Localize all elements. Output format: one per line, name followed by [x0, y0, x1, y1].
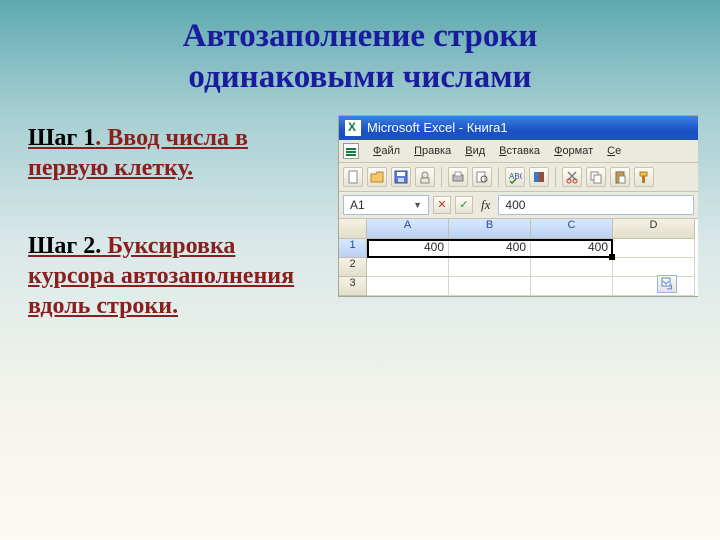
- open-button[interactable]: [367, 167, 387, 187]
- cell-c2[interactable]: [531, 258, 613, 277]
- window-titlebar: Microsoft Excel - Книга1: [339, 116, 698, 140]
- menu-tools-cut[interactable]: Се: [607, 145, 621, 157]
- step-1-label: Шаг 1: [28, 125, 95, 151]
- toolbar-separator-1: [441, 167, 442, 187]
- step-1: Шаг 1. Ввод числа в первую клетку.: [28, 123, 328, 183]
- title-line-1: Автозаполнение строки: [183, 18, 538, 54]
- title-line-2: одинаковыми числами: [188, 59, 531, 95]
- excel-window: Microsoft Excel - Книга1 Файл Правка Вид…: [338, 115, 698, 297]
- menu-bar: Файл Правка Вид Вставка Формат Се: [339, 140, 698, 163]
- print-preview-button[interactable]: [472, 167, 492, 187]
- select-all-corner[interactable]: [339, 219, 367, 239]
- new-button[interactable]: [343, 167, 363, 187]
- row-3: [367, 277, 698, 296]
- row-1: 400 400 400: [367, 239, 698, 258]
- col-header-a[interactable]: A: [367, 219, 449, 239]
- cell-a2[interactable]: [367, 258, 449, 277]
- cut-button[interactable]: [562, 167, 582, 187]
- enter-formula-button[interactable]: ✓: [455, 196, 473, 214]
- grid-right: A B C D 400 400 400: [367, 219, 698, 296]
- row-header-1[interactable]: 1: [339, 239, 367, 258]
- excel-app-icon: [345, 120, 361, 136]
- menu-view[interactable]: Вид: [465, 145, 485, 157]
- cancel-formula-button[interactable]: ✕: [433, 196, 451, 214]
- doc-name: Книга1: [467, 120, 508, 135]
- cell-d2[interactable]: [613, 258, 695, 277]
- autofill-options-button[interactable]: [657, 275, 677, 293]
- menu-format[interactable]: Формат: [554, 145, 593, 157]
- column-headers: A B C D: [367, 219, 698, 239]
- slide-title: Автозаполнение строки одинаковыми числам…: [0, 0, 720, 99]
- row-2: [367, 258, 698, 277]
- name-box-text: A1: [350, 198, 365, 212]
- toolbar-separator-3: [555, 167, 556, 187]
- step-1-dot: .: [95, 125, 107, 151]
- copy-button[interactable]: [586, 167, 606, 187]
- name-box-dropdown-icon[interactable]: ▼: [413, 200, 422, 210]
- cell-d1[interactable]: [613, 239, 695, 258]
- window-title: Microsoft Excel - Книга1: [367, 120, 508, 135]
- workbook-icon: [343, 143, 359, 159]
- col-header-b[interactable]: B: [449, 219, 531, 239]
- paste-button[interactable]: [610, 167, 630, 187]
- name-box[interactable]: A1 ▼: [343, 195, 429, 215]
- formula-value: 400: [505, 198, 525, 212]
- cell-c1[interactable]: 400: [531, 239, 613, 258]
- toolbar-separator-2: [498, 167, 499, 187]
- cells-area: 400 400 400: [367, 239, 698, 296]
- print-button[interactable]: [448, 167, 468, 187]
- cell-b1[interactable]: 400: [449, 239, 531, 258]
- formula-input[interactable]: 400: [498, 195, 694, 215]
- fill-handle[interactable]: [609, 254, 615, 260]
- row-header-2[interactable]: 2: [339, 258, 367, 277]
- fx-label[interactable]: fx: [477, 197, 494, 213]
- cell-b3[interactable]: [449, 277, 531, 296]
- cell-a1[interactable]: 400: [367, 239, 449, 258]
- standard-toolbar: ABC: [339, 163, 698, 192]
- cell-c3[interactable]: [531, 277, 613, 296]
- col-header-c[interactable]: C: [531, 219, 613, 239]
- excel-screenshot: Microsoft Excel - Книга1 Файл Правка Вид…: [338, 115, 698, 369]
- formula-bar: A1 ▼ ✕ ✓ fx 400: [339, 192, 698, 219]
- step-2-label: Шаг 2.: [28, 233, 101, 259]
- col-header-d[interactable]: D: [613, 219, 695, 239]
- menu-file[interactable]: Файл: [373, 145, 400, 157]
- row-headers: 1 2 3: [339, 219, 367, 296]
- permission-button[interactable]: [415, 167, 435, 187]
- cell-a3[interactable]: [367, 277, 449, 296]
- slide-content: Шаг 1. Ввод числа в первую клетку. Шаг 2…: [0, 99, 720, 369]
- steps-column: Шаг 1. Ввод числа в первую клетку. Шаг 2…: [28, 115, 328, 369]
- menu-edit[interactable]: Правка: [414, 145, 451, 157]
- cell-b2[interactable]: [449, 258, 531, 277]
- menu-insert[interactable]: Вставка: [499, 145, 540, 157]
- app-name: Microsoft Excel: [367, 120, 455, 135]
- worksheet-grid: 1 2 3 A B C D 400 400 400: [339, 219, 698, 296]
- spelling-button[interactable]: ABC: [505, 167, 525, 187]
- cell-d3[interactable]: [613, 277, 695, 296]
- research-button[interactable]: [529, 167, 549, 187]
- save-button[interactable]: [391, 167, 411, 187]
- format-painter-button[interactable]: [634, 167, 654, 187]
- step-2: Шаг 2. Буксировка курсора автозаполнения…: [28, 231, 328, 321]
- row-header-3[interactable]: 3: [339, 277, 367, 296]
- autofill-options-icon: [661, 277, 674, 290]
